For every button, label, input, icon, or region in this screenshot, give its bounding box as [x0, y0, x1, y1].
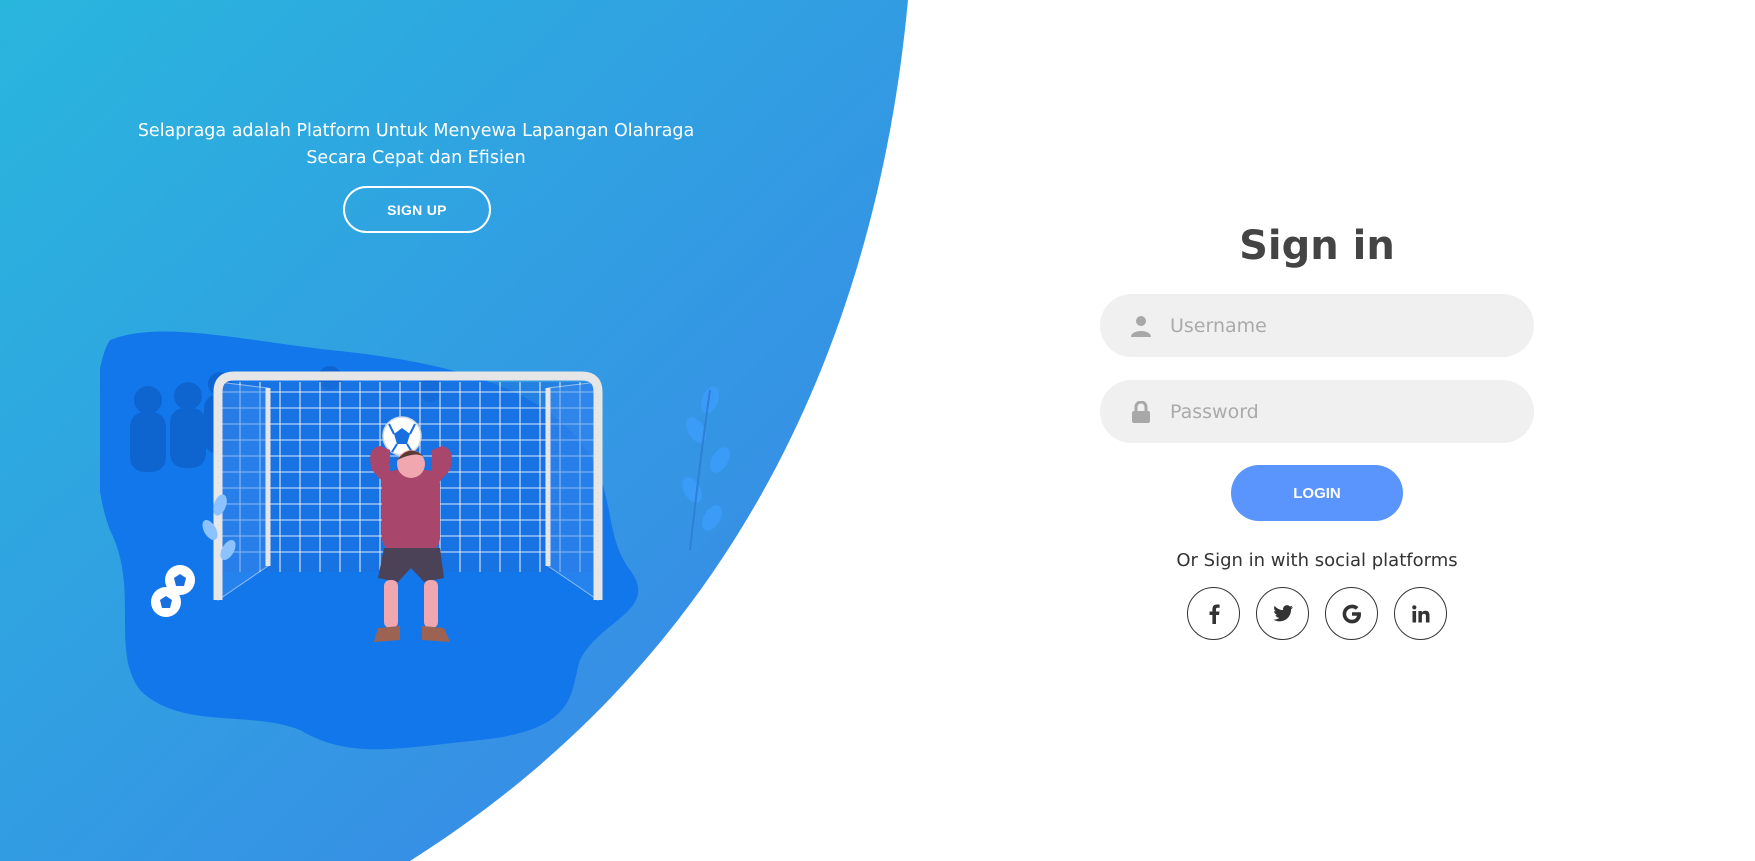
- ball-icon: [382, 416, 422, 456]
- hero-panel: Selapraga adalah Platform Untuk Menyewa …: [0, 0, 840, 861]
- goalkeeper-illustration: [100, 331, 730, 750]
- password-input[interactable]: [1170, 391, 1510, 432]
- hero-tagline: Selapraga adalah Platform Untuk Menyewa …: [96, 118, 736, 172]
- sign-up-button[interactable]: SIGN UP: [343, 186, 491, 233]
- password-field[interactable]: [1100, 380, 1534, 443]
- user-icon: [1128, 313, 1154, 339]
- tagline-line-2: Secara Cepat dan Efisien: [306, 148, 526, 168]
- login-page: Selapraga adalah Platform Untuk Menyewa …: [0, 0, 1755, 861]
- login-button[interactable]: LOGIN: [1231, 465, 1403, 521]
- username-input[interactable]: [1170, 305, 1510, 346]
- username-field[interactable]: [1100, 294, 1534, 357]
- twitter-icon[interactable]: [1256, 587, 1309, 640]
- tagline-line-1: Selapraga adalah Platform Untuk Menyewa …: [137, 121, 695, 141]
- lock-icon: [1128, 399, 1154, 425]
- social-links: [1187, 587, 1447, 640]
- sign-in-form: Sign in LOGIN Or Sign in with social pla…: [1100, 218, 1534, 640]
- google-icon[interactable]: [1325, 587, 1378, 640]
- sign-in-title: Sign in: [1239, 223, 1395, 269]
- social-signin-text: Or Sign in with social platforms: [1176, 550, 1458, 571]
- facebook-icon[interactable]: [1187, 587, 1240, 640]
- linkedin-icon[interactable]: [1394, 587, 1447, 640]
